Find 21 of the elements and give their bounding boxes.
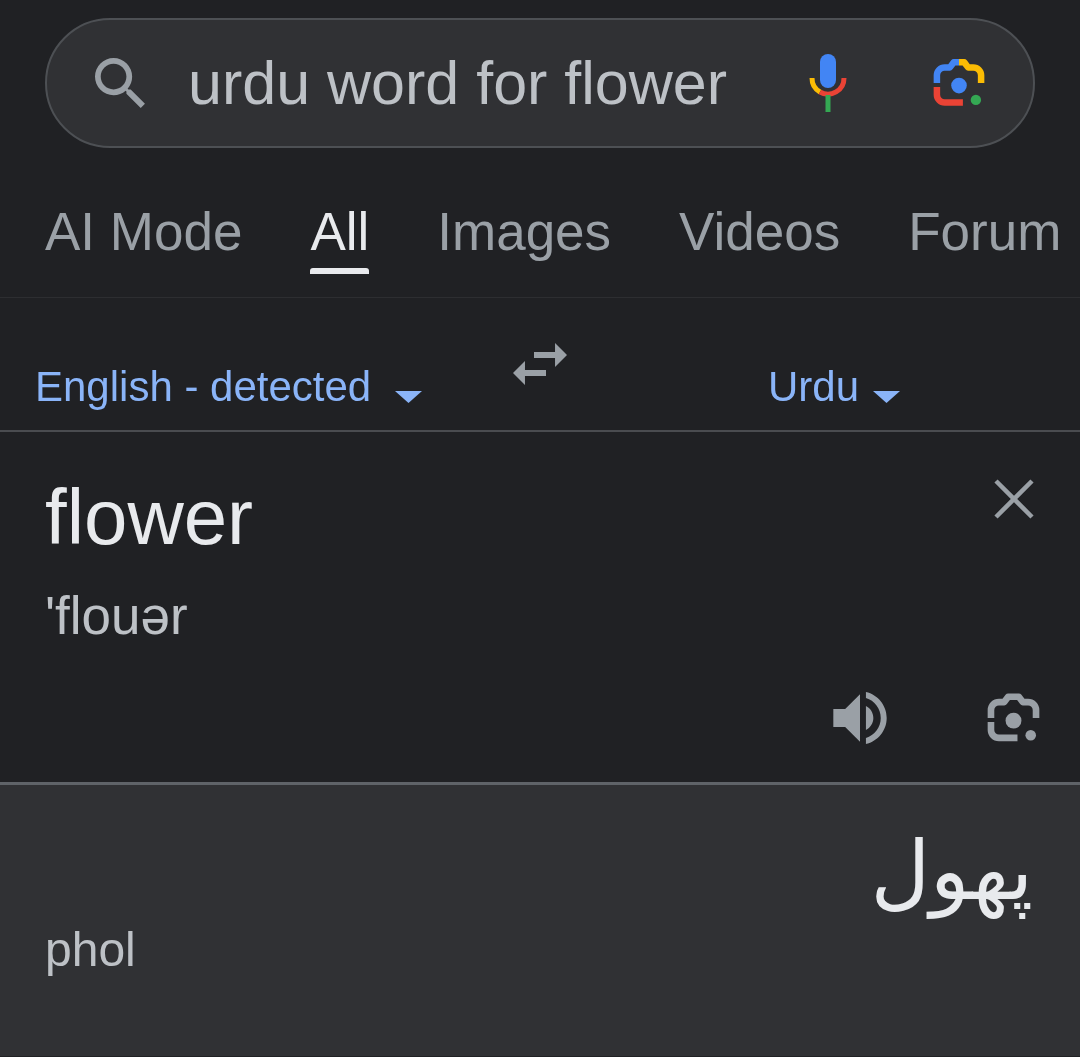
search-icon: [95, 58, 145, 108]
caret-icon: [395, 391, 423, 403]
source-language-button[interactable]: English - detected: [35, 366, 423, 408]
source-text[interactable]: flower: [45, 478, 254, 556]
speaker-icon[interactable]: [833, 692, 887, 744]
camera-icon[interactable]: [987, 692, 1040, 744]
search-tab[interactable]: AI Mode: [45, 205, 243, 274]
close-icon[interactable]: [993, 478, 1035, 520]
search-tab[interactable]: Images: [437, 205, 612, 274]
search-field[interactable]: urdu word for flower: [45, 18, 1035, 148]
search-tab[interactable]: Forum: [908, 205, 1062, 274]
microphone-icon[interactable]: [808, 54, 848, 112]
transliteration-text: phol: [45, 925, 136, 974]
search-tab[interactable]: All: [310, 205, 370, 274]
target-language-button[interactable]: Urdu: [768, 366, 901, 408]
translation-text: پھول: [870, 822, 1033, 921]
pronunciation-text: 'flouər: [45, 589, 188, 642]
swap-arrows-icon[interactable]: [513, 343, 567, 385]
search-tab[interactable]: Videos: [679, 205, 841, 274]
caret-icon: [873, 391, 901, 403]
camera-icon[interactable]: [933, 57, 985, 109]
